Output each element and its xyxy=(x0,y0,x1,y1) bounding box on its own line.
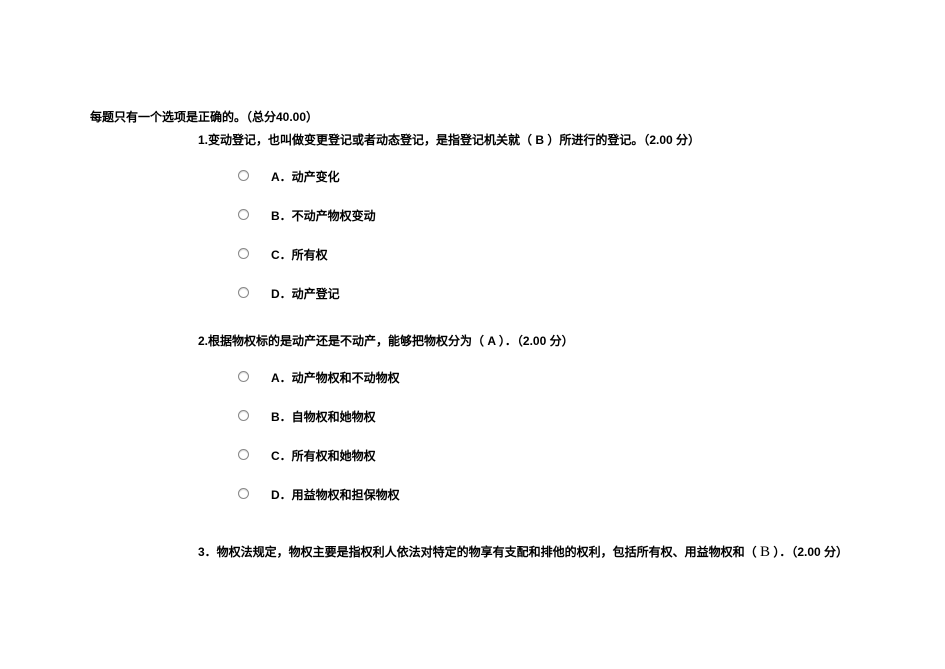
radio-icon xyxy=(238,209,249,220)
q1-option-a[interactable]: A．动产变化 xyxy=(238,168,905,185)
option-label: B．自物权和她物权 xyxy=(271,408,376,425)
radio-icon xyxy=(238,170,249,181)
q3-suffix: ）．（2.00 分） xyxy=(770,545,848,559)
option-label: C．所有权和她物权 xyxy=(271,447,376,464)
q3-prefix: 3．物权法规定，物权主要是指权利人依法对特定的物享有支配和排他的权利，包括所有权… xyxy=(198,545,760,559)
q1-option-b[interactable]: B．不动产物权变动 xyxy=(238,207,905,224)
q1-options: A．动产变化 B．不动产物权变动 C．所有权 D．动产登记 xyxy=(238,168,905,302)
radio-icon xyxy=(238,449,249,460)
q2-option-a[interactable]: A．动产物权和不动物权 xyxy=(238,369,905,386)
option-label: A．动产物权和不动物权 xyxy=(271,369,400,386)
q2-options: A．动产物权和不动物权 B．自物权和她物权 C．所有权和她物权 D．用益物权和担… xyxy=(238,369,905,503)
exam-page: 每题只有一个选项是正确的。（总分40.00） 1.变动登记，也叫做变更登记或者动… xyxy=(0,0,945,561)
q1-option-c[interactable]: C．所有权 xyxy=(238,246,905,263)
option-label: B．不动产物权变动 xyxy=(271,207,376,224)
radio-icon xyxy=(238,410,249,421)
q3-blank: B xyxy=(760,544,770,560)
option-label: D．用益物权和担保物权 xyxy=(271,486,400,503)
radio-icon xyxy=(238,287,249,298)
option-label: A．动产变化 xyxy=(271,168,340,185)
question-1: 1.变动登记，也叫做变更登记或者动态登记，是指登记机关就（ B ）所进行的登记。… xyxy=(198,131,905,302)
radio-icon xyxy=(238,488,249,499)
q2-option-c[interactable]: C．所有权和她物权 xyxy=(238,447,905,464)
question-2: 2.根据物权标的是动产还是不动产，能够把物权分为（ A ）．（2.00 分） A… xyxy=(198,332,905,503)
q2-option-b[interactable]: B．自物权和她物权 xyxy=(238,408,905,425)
instruction-text: 每题只有一个选项是正确的。（总分40.00） xyxy=(90,110,318,124)
q2-option-d[interactable]: D．用益物权和担保物权 xyxy=(238,486,905,503)
q1-option-d[interactable]: D．动产登记 xyxy=(238,285,905,302)
q1-text: 1.变动登记，也叫做变更登记或者动态登记，是指登记机关就（ B ）所进行的登记。… xyxy=(198,131,905,148)
q2-text: 2.根据物权标的是动产还是不动产，能够把物权分为（ A ）．（2.00 分） xyxy=(198,332,905,349)
question-3: 3．物权法规定，物权主要是指权利人依法对特定的物享有支配和排他的权利，包括所有权… xyxy=(198,543,905,561)
radio-icon xyxy=(238,248,249,259)
radio-icon xyxy=(238,371,249,382)
option-label: D．动产登记 xyxy=(271,285,340,302)
option-label: C．所有权 xyxy=(271,246,328,263)
instruction-line: 每题只有一个选项是正确的。（总分40.00） xyxy=(90,108,905,125)
